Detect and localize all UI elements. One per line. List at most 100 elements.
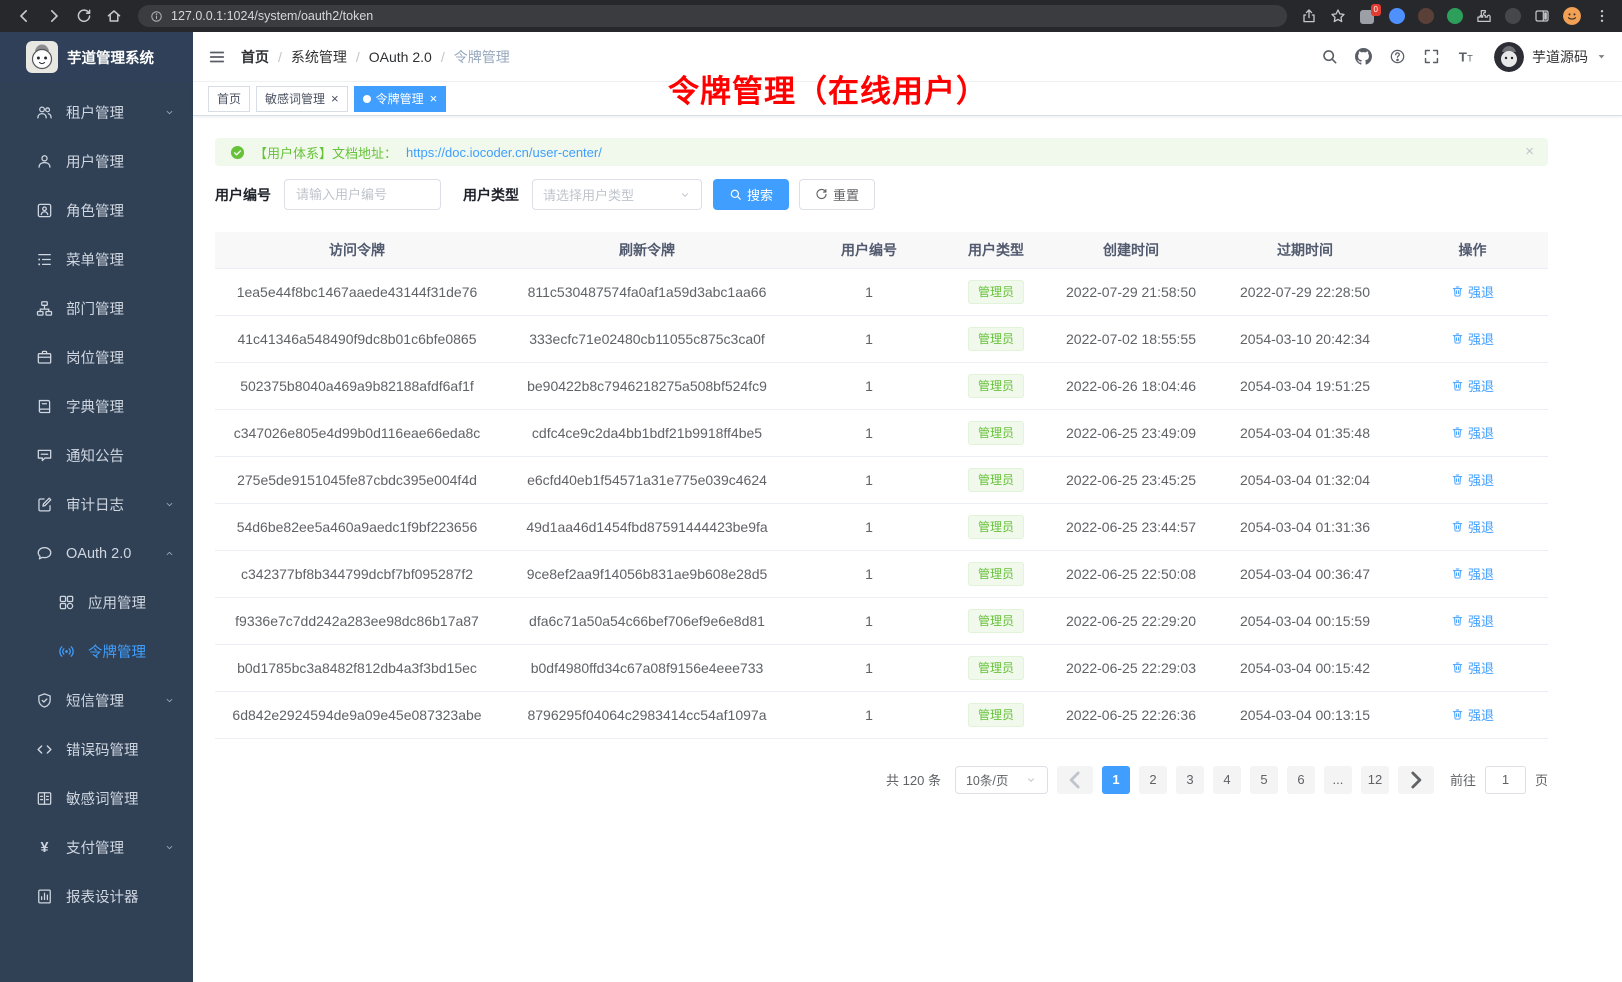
page-button-3[interactable]: 3 <box>1176 766 1204 794</box>
sidebar-toggle-button[interactable] <box>208 48 226 66</box>
table-row: c342377bf8b344799dcbf7bf095287f29ce8ef2a… <box>215 550 1548 597</box>
column-header: 操作 <box>1397 232 1548 268</box>
fullscreen-button[interactable] <box>1423 48 1440 65</box>
table-row: 6d842e2924594de9a09e45e087323abe8796295f… <box>215 691 1548 738</box>
alert-close-icon[interactable]: × <box>1525 143 1534 160</box>
sidebar-item-sms[interactable]: 短信管理 <box>0 676 193 725</box>
tab-sensitive-word[interactable]: 敏感词管理 × <box>256 86 348 112</box>
extension-icon-green[interactable] <box>1447 8 1463 24</box>
force-logout-button[interactable]: 强退 <box>1451 611 1494 630</box>
goto-page-input[interactable] <box>1485 766 1526 794</box>
sidebar-item-dict[interactable]: 字典管理 <box>0 382 193 431</box>
force-logout-button[interactable]: 强退 <box>1451 705 1494 724</box>
sidebar-item-oauth2-token[interactable]: 令牌管理 <box>0 627 193 676</box>
tab-close-icon[interactable]: × <box>331 92 339 105</box>
user-id-input[interactable] <box>284 179 441 210</box>
site-info-icon[interactable] <box>150 10 163 23</box>
force-logout-button[interactable]: 强退 <box>1451 282 1494 301</box>
expire-time-cell: 2054-03-04 01:35:48 <box>1213 409 1397 456</box>
access-token-cell: 1ea5e44f8bc1467aaede43144f31de76 <box>215 268 499 315</box>
search-submit-button[interactable]: 搜索 <box>713 179 789 210</box>
select-placeholder: 请选择用户类型 <box>543 185 634 204</box>
page-button-4[interactable]: 4 <box>1213 766 1241 794</box>
refresh-token-cell: 811c530487574fa0af1a59d3abc1aa66 <box>499 268 795 315</box>
sidebar-item-dept[interactable]: 部门管理 <box>0 284 193 333</box>
app-logo[interactable]: 芋道管理系统 <box>0 32 193 82</box>
user-type-select[interactable]: 请选择用户类型 <box>532 179 702 210</box>
column-header: 用户类型 <box>943 232 1049 268</box>
user-type-tag: 管理员 <box>968 609 1024 633</box>
breadcrumb-item[interactable]: OAuth 2.0 <box>369 49 432 65</box>
breadcrumb-item[interactable]: 系统管理 <box>291 47 347 67</box>
home-button[interactable] <box>106 8 122 24</box>
prev-page-button[interactable] <box>1057 766 1093 794</box>
force-logout-button[interactable]: 强退 <box>1451 517 1494 536</box>
share-button[interactable] <box>1301 8 1317 24</box>
user-id-cell: 1 <box>795 268 943 315</box>
alert-doc-link[interactable]: https://doc.iocoder.cn/user-center/ <box>406 145 602 160</box>
help-button[interactable] <box>1389 48 1406 65</box>
page-button-5[interactable]: 5 <box>1250 766 1278 794</box>
browser-menu-button[interactable] <box>1594 8 1610 24</box>
page-button-2[interactable]: 2 <box>1139 766 1167 794</box>
split-view-button[interactable] <box>1534 8 1550 24</box>
extensions-puzzle-icon[interactable] <box>1476 8 1492 24</box>
search-button[interactable] <box>1321 48 1338 65</box>
sidebar-item-sensitive-word[interactable]: 敏感词管理 <box>0 774 193 823</box>
page-more-button[interactable]: ... <box>1324 766 1352 794</box>
breadcrumb-item[interactable]: 首页 <box>241 47 269 67</box>
force-logout-button[interactable]: 强退 <box>1451 376 1494 395</box>
font-size-button[interactable]: TT <box>1457 48 1474 65</box>
force-logout-button[interactable]: 强退 <box>1451 329 1494 348</box>
url-bar[interactable]: 127.0.0.1:1024/system/oauth2/token <box>138 5 1287 27</box>
force-logout-button[interactable]: 强退 <box>1451 658 1494 677</box>
extension-icon-blue[interactable] <box>1389 8 1405 24</box>
browser-profile-avatar[interactable] <box>1563 7 1581 25</box>
sidebar-item-menu[interactable]: 菜单管理 <box>0 235 193 284</box>
force-logout-label: 强退 <box>1468 329 1494 348</box>
chevron-down-icon <box>164 107 175 118</box>
sidebar-item-user[interactable]: 用户管理 <box>0 137 193 186</box>
tab-oauth2-token[interactable]: 令牌管理× <box>354 86 447 112</box>
delete-icon <box>1451 708 1464 721</box>
token-broadcast-icon <box>58 643 75 660</box>
reset-button[interactable]: 重置 <box>799 179 875 210</box>
sidebar-item-notice[interactable]: 通知公告 <box>0 431 193 480</box>
sidebar-item-role[interactable]: 角色管理 <box>0 186 193 235</box>
forward-button[interactable] <box>46 8 62 24</box>
tab-label: 首页 <box>217 90 241 107</box>
chevron-down-icon <box>164 499 175 510</box>
back-button[interactable] <box>16 8 32 24</box>
sidebar-item-post[interactable]: 岗位管理 <box>0 333 193 382</box>
sidebar-item-pay[interactable]: ¥支付管理 <box>0 823 193 872</box>
sidebar-item-report-designer[interactable]: 报表设计器 <box>0 872 193 921</box>
bookmark-star-button[interactable] <box>1330 8 1346 24</box>
tab-close-icon[interactable]: × <box>430 92 438 105</box>
sidebar-item-error-code[interactable]: 错误码管理 <box>0 725 193 774</box>
user-type-cell: 管理员 <box>943 644 1049 691</box>
user-type-cell: 管理员 <box>943 362 1049 409</box>
access-token-cell: c347026e805e4d99b0d116eae66eda8c <box>215 409 499 456</box>
page-size-select[interactable]: 10条/页 <box>955 766 1048 794</box>
extension-icon-badged[interactable]: 0 <box>1359 8 1376 25</box>
sidebar-item-audit-log[interactable]: 审计日志 <box>0 480 193 529</box>
force-logout-button[interactable]: 强退 <box>1451 564 1494 583</box>
page-button-1[interactable]: 1 <box>1102 766 1130 794</box>
audit-log-icon <box>36 496 53 513</box>
next-page-button[interactable] <box>1398 766 1434 794</box>
tab-home[interactable]: 首页 <box>208 86 250 112</box>
reload-button[interactable] <box>76 8 92 24</box>
page-button-6[interactable]: 6 <box>1287 766 1315 794</box>
user-menu[interactable]: 芋道源码 <box>1494 42 1607 72</box>
force-logout-button[interactable]: 强退 <box>1451 470 1494 489</box>
sidebar-item-tenant[interactable]: 租户管理 <box>0 88 193 137</box>
page-button-12[interactable]: 12 <box>1361 766 1389 794</box>
tab-label: 敏感词管理 <box>265 90 325 107</box>
extension-icon-brown[interactable] <box>1418 8 1434 24</box>
force-logout-button[interactable]: 强退 <box>1451 423 1494 442</box>
sidebar-item-oauth2-application[interactable]: 应用管理 <box>0 578 193 627</box>
github-link[interactable] <box>1355 48 1372 65</box>
app-title: 芋道管理系统 <box>67 47 154 68</box>
extension-icon-dark[interactable] <box>1505 8 1521 24</box>
sidebar-item-oauth2[interactable]: OAuth 2.0 <box>0 529 193 578</box>
